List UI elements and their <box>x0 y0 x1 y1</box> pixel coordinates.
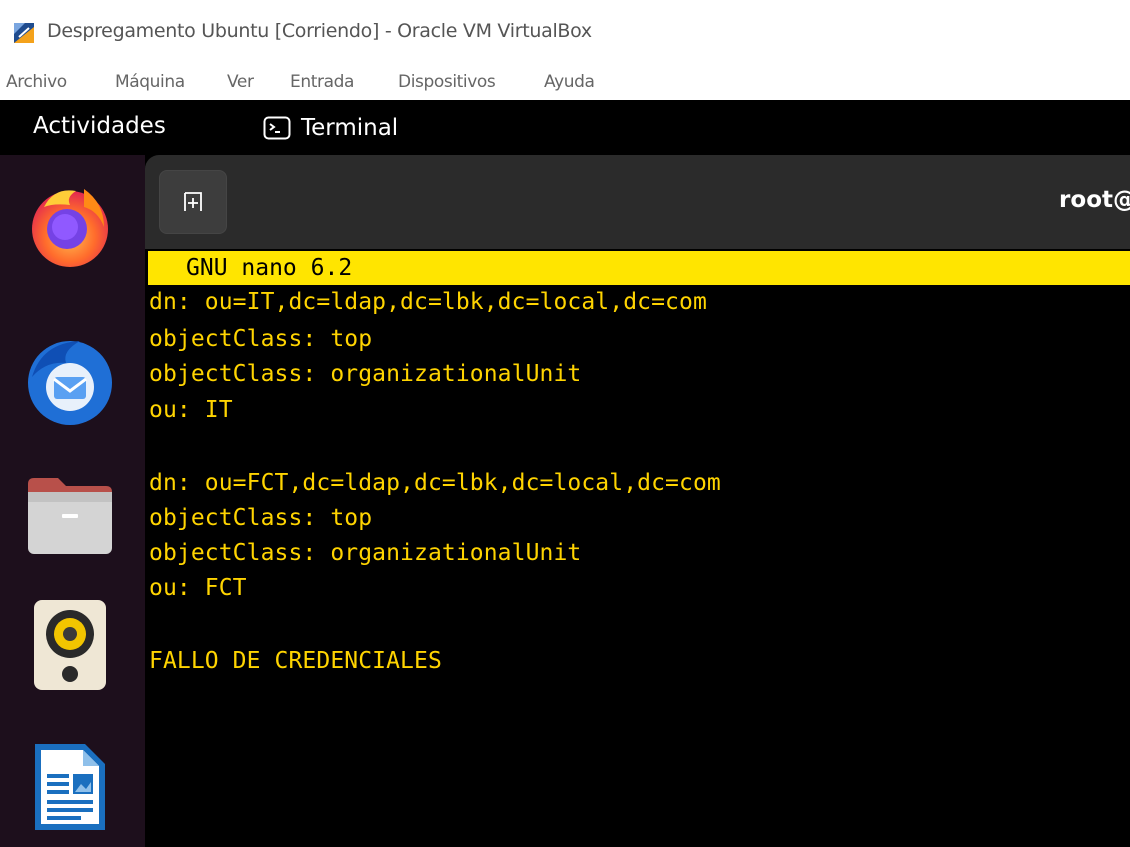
libreoffice-writer-icon <box>35 744 105 830</box>
new-tab-button[interactable] <box>159 170 227 234</box>
nano-line: objectClass: organizationalUnit <box>149 540 582 566</box>
ubuntu-dock <box>0 155 145 847</box>
window-title: Despregamento Ubuntu [Corriendo] - Oracl… <box>47 20 592 42</box>
firefox-icon <box>32 189 108 267</box>
app-menu-terminal[interactable]: Terminal <box>263 113 398 143</box>
app-menu-label: Terminal <box>301 115 399 141</box>
terminal-icon <box>263 116 291 140</box>
menu-maquina[interactable]: Máquina <box>115 72 185 92</box>
guest-screen[interactable]: Actividades Terminal root@ GNU nano 6.2 … <box>0 100 1130 847</box>
files-icon <box>28 478 112 554</box>
virtualbox-titlebar: Despregamento Ubuntu [Corriendo] - Oracl… <box>0 0 1130 66</box>
dock-item-thunderbird[interactable] <box>22 333 118 429</box>
virtualbox-logo-icon <box>14 23 34 43</box>
terminal-window[interactable]: root@ GNU nano 6.2 dn: ou=IT,dc=ldap,dc=… <box>145 155 1130 847</box>
nano-line: dn: ou=IT,dc=ldap,dc=lbk,dc=local,dc=com <box>149 289 707 315</box>
dock-item-libreoffice-writer[interactable] <box>22 739 118 835</box>
menu-entrada[interactable]: Entrada <box>290 72 354 92</box>
nano-line: ou: IT <box>149 397 233 423</box>
nano-header-bar: GNU nano 6.2 <box>148 251 1130 285</box>
menu-archivo[interactable]: Archivo <box>6 72 67 92</box>
menu-dispositivos[interactable]: Dispositivos <box>398 72 496 92</box>
thunderbird-icon <box>28 341 112 425</box>
virtualbox-menubar: Archivo Máquina Ver Entrada Dispositivos… <box>0 66 1130 100</box>
dock-item-firefox[interactable] <box>22 175 118 271</box>
dock-item-rhythmbox[interactable] <box>22 597 118 693</box>
nano-line: FALLO DE CREDENCIALES <box>149 648 442 674</box>
terminal-body[interactable]: GNU nano 6.2 dn: ou=IT,dc=ldap,dc=lbk,dc… <box>145 249 1130 847</box>
nano-line: ou: FCT <box>149 575 247 601</box>
menu-ver[interactable]: Ver <box>227 72 254 92</box>
nano-line: dn: ou=FCT,dc=ldap,dc=lbk,dc=local,dc=co… <box>149 470 721 496</box>
nano-line: objectClass: organizationalUnit <box>149 361 582 387</box>
rhythmbox-icon <box>34 600 106 690</box>
activities-button[interactable]: Actividades <box>33 113 166 139</box>
menu-ayuda[interactable]: Ayuda <box>544 72 595 92</box>
terminal-headerbar: root@ <box>145 155 1130 249</box>
dock-item-files[interactable] <box>22 468 118 564</box>
nano-line: objectClass: top <box>149 326 373 352</box>
terminal-title: root@ <box>1059 187 1130 213</box>
nano-line: objectClass: top <box>149 505 373 531</box>
ubuntu-topbar: Actividades Terminal <box>0 100 1130 155</box>
new-tab-icon <box>184 192 202 211</box>
